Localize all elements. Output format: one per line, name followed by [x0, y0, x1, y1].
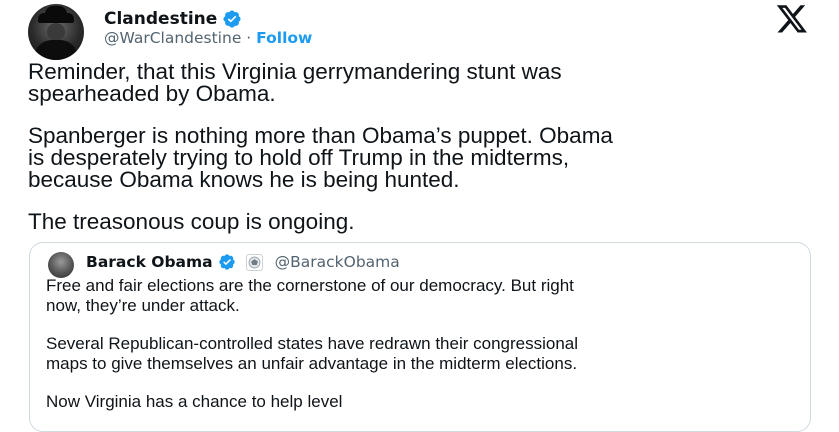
quoted-line: Now Virginia has a chance to help level: [46, 392, 343, 411]
quoted-paragraph: Several Republican-controlled states hav…: [46, 334, 806, 374]
tweet-paragraph: Spanberger is nothing more than Obama’s …: [28, 124, 818, 192]
author-handle-row: @WarClandestine · Follow: [104, 29, 312, 47]
quoted-paragraph: Free and fair elections are the cornerst…: [46, 276, 806, 316]
government-seal-icon: [245, 253, 263, 271]
verified-badge-icon: [218, 254, 235, 270]
avatar-face: [47, 23, 65, 41]
handle-separator: ·: [246, 29, 252, 47]
tweet-line: because Obama knows he is being hunted.: [28, 167, 460, 192]
follow-button[interactable]: Follow: [256, 29, 312, 47]
quoted-author-handle[interactable]: @BarackObama: [275, 253, 400, 271]
tweet-line: spearheaded by Obama.: [28, 81, 276, 106]
quoted-tweet-header: Barack Obama @BarackObama: [86, 253, 400, 271]
verified-badge-icon: [223, 10, 241, 28]
tweet-line: The treasonous coup is ongoing.: [28, 209, 355, 234]
tweet-body: Reminder, that this Virginia gerrymander…: [28, 60, 818, 253]
tweet-paragraph: The treasonous coup is ongoing.: [28, 209, 818, 234]
x-logo-icon[interactable]: [777, 5, 808, 34]
quoted-line: now, they’re under attack.: [46, 296, 240, 315]
quoted-line: maps to give themselves an unfair advant…: [46, 354, 578, 373]
author-avatar[interactable]: [28, 4, 84, 60]
tweet-card: Clandestine @WarClandestine · Follow Rem…: [0, 0, 839, 432]
quoted-author-avatar[interactable]: [48, 252, 74, 278]
avatar-hat-brim: [38, 13, 74, 23]
quoted-line: Several Republican-controlled states hav…: [46, 334, 579, 353]
quoted-tweet-body: Free and fair elections are the cornerst…: [46, 276, 806, 430]
tweet-paragraph: Reminder, that this Virginia gerrymander…: [28, 60, 818, 106]
avatar-coat: [34, 40, 78, 60]
quoted-line: Free and fair elections are the cornerst…: [46, 276, 574, 295]
author-handle[interactable]: @WarClandestine: [104, 29, 241, 47]
quoted-author-name[interactable]: Barack Obama: [86, 253, 213, 271]
quoted-paragraph: Now Virginia has a chance to help level: [46, 392, 806, 412]
author-name-row: Clandestine: [104, 9, 242, 29]
quoted-tweet[interactable]: Barack Obama @BarackObama Free and fair …: [29, 242, 811, 432]
author-display-name[interactable]: Clandestine: [104, 9, 217, 29]
